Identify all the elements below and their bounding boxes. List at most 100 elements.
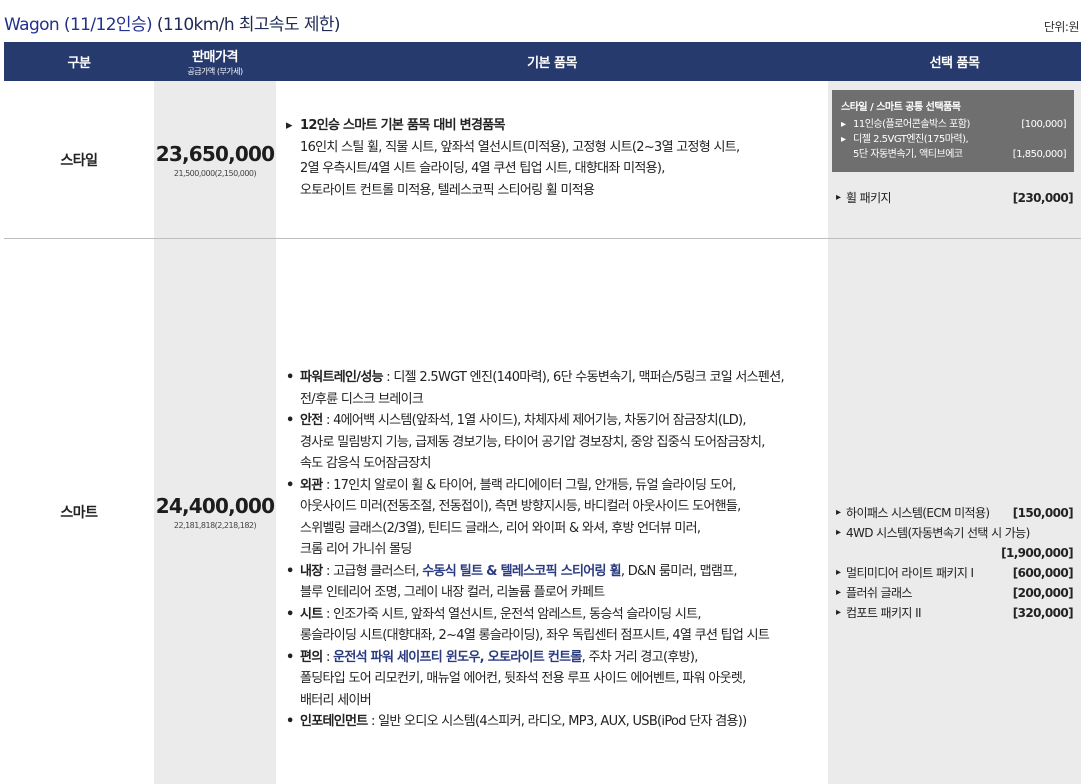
triangle-icon: ▸ [841, 134, 846, 145]
option-price: [100,000] [1021, 119, 1066, 130]
trim-name: 스마트 [60, 504, 98, 521]
option-price: [600,000] [1012, 566, 1074, 580]
option-price: [320,000] [1012, 606, 1074, 620]
item-head: 편의 [300, 649, 323, 665]
common-options-title: 스타일 / 스마트 공통 선택품목 [841, 102, 961, 113]
item-head: 안전 [300, 413, 323, 428]
option-item: ▸ 멀티미디어 라이트 패키지 I [600,000] [836, 563, 1074, 583]
price-value: 23,650,000 [155, 141, 275, 166]
item-cont: 블루 인테리어 조명, 그레이 내장 컬러, 리놀륨 플로어 카페트 [300, 585, 605, 600]
option-item: ▸ 컴포트 패키지 II [320,000] [836, 603, 1074, 623]
option-label: 멀티미디어 라이트 패키지 I [846, 566, 974, 580]
list-item: • 파워트레인/성능 : 디젤 2.5WGT 엔진(140마력), 6단 수동변… [286, 367, 785, 410]
item-cont: 폴딩타입 도어 리모컨키, 매뉴얼 에어컨, 뒷좌석 전용 루프 사이드 에어벤… [300, 671, 746, 686]
triangle-icon: ▸ [836, 192, 841, 203]
header-price-sub: 공급가액 (부가세) [187, 67, 243, 76]
option-label: 플러쉬 글래스 [846, 586, 912, 600]
list-item: • 편의 : 운전석 파워 세이프티 윈도우, 오토라이트 컨트롤, 주차 거리… [286, 647, 784, 712]
basic-items-cell: ▸ 12인승 스마트 기본 품목 대비 변경품목 16인치 스틸 휠, 직물 시… [276, 81, 828, 238]
item-cont: 스위벨링 글래스(2/3열), 틴티드 글래스, 리어 와이퍼 & 와셔, 후방… [300, 520, 701, 536]
unit-label: 단위:원 [1043, 20, 1080, 34]
header-basic-label: 기본 품목 [527, 56, 577, 71]
item-text: 고급형 클러스터, [333, 563, 423, 579]
table-row-style: 스타일 23,650,000 21,500,000(2,150,000) ▸ 1… [4, 81, 1081, 239]
item-head: 인포테인먼트 [300, 714, 368, 729]
list-item: • 시트 : 인조가죽 시트, 앞좌석 열선시트, 운전석 암레스트, 동승석 … [286, 604, 784, 647]
list-item: • 안전 : 4에어백 시스템(앞좌석, 1열 사이드), 차체자세 제어기능,… [286, 410, 784, 475]
price-value: 24,400,000 [155, 493, 275, 518]
basic-items-list: • 파워트레인/성능 : 디젤 2.5WGT 엔진(140마력), 6단 수동변… [286, 367, 785, 733]
basic-head-line: ▸ 12인승 스마트 기본 품목 대비 변경품목 [286, 115, 739, 137]
basic-line: 16인치 스틸 휠, 직물 시트, 앞좌석 열선시트(미적용), 고정형 시트(… [300, 139, 740, 155]
bullet-icon: • [286, 649, 294, 665]
page-title: Wagon (11/12인승) (110km/h 최고속도 제한) [4, 10, 341, 35]
option-item: ▸ 4WD 시스템(자동변속기 선택 시 가능) [836, 523, 1073, 543]
common-option-item: ▸ 11인승(플로어콘솔박스 포함) [100,000] [841, 117, 1066, 132]
common-option-item: ▸ 디젤 2.5VGT엔진(175마력), [841, 132, 1066, 147]
common-options-box: 스타일 / 스마트 공통 선택품목 ▸ 11인승(플로어콘솔박스 포함) [100… [832, 90, 1074, 172]
header-price-label: 판매가격 [192, 50, 238, 65]
item-sep: : [367, 714, 379, 729]
option-price: [150,000] [1012, 506, 1074, 520]
price-breakdown: 21,500,000(2,150,000) [173, 168, 257, 178]
option-price: [200,000] [1012, 586, 1074, 600]
triangle-icon: ▸ [836, 587, 841, 598]
item-sep: : [322, 477, 334, 493]
price-breakdown: 22,181,818(2,218,182) [173, 520, 257, 530]
item-text: , 주차 거리 경고(후방), [581, 649, 699, 665]
table-header: 구분 판매가격 공급가액 (부가세) 기본 품목 선택 품목 [4, 42, 1081, 81]
option-label: 4WD 시스템(자동변속기 선택 시 가능) [846, 526, 1030, 540]
item-cont: 크롬 리어 가니쉬 몰딩 [300, 542, 412, 557]
item-cont: 아웃사이드 미러(전동조절, 전동접이), 측면 방향지시등, 바디컬러 아웃사… [300, 499, 741, 514]
header-options: 선택 품목 [828, 42, 1081, 81]
item-head: 내장 [300, 563, 323, 579]
bullet-icon: • [286, 714, 294, 729]
common-option-item: 5단 자동변속기, 액티브에코 [1,850,000] [841, 147, 1067, 162]
item-text: , D&N 룸미러, 맵램프, [620, 563, 738, 579]
header-price: 판매가격 공급가액 (부가세) [154, 42, 276, 81]
triangle-icon: ▸ [836, 567, 841, 578]
item-text: 4에어백 시스템(앞좌석, 1열 사이드), 차체자세 제어기능, 차동기어 잠… [333, 413, 746, 428]
title-row: Wagon (11/12인승) (110km/h 최고속도 제한) 단위:원 [0, 0, 1085, 42]
list-item: • 내장 : 고급형 클러스터, 수동식 틸트 & 텔레스코픽 스티어링 휠, … [286, 561, 784, 604]
options-cell: ▸ 하이패스 시스템(ECM 미적용) [150,000] ▸ 4WD 시스템(자동… [828, 239, 1081, 784]
item-cont: 롱슬라이딩 시트(대향대좌, 2~4열 롱슬라이딩), 좌우 독립센터 점프시트… [300, 628, 770, 643]
option-label: 디젤 2.5VGT엔진(175마력), [853, 134, 969, 145]
option-label: 11인승(플로어콘솔박스 포함) [853, 119, 970, 130]
item-sep: : [322, 649, 334, 665]
title-main: Wagon (11/12인승) [4, 15, 153, 35]
trim-name: 스타일 [60, 152, 98, 169]
list-item: • 인포테인먼트 : 일반 오디오 시스템(4스피커, 라디오, MP3, AU… [286, 711, 784, 733]
triangle-icon: ▸ [286, 118, 293, 133]
header-options-label: 선택 품목 [929, 56, 980, 71]
basic-line: 2열 우측시트/4열 시트 슬라이딩, 4열 쿠션 팁업 시트, 대향대좌 미적… [300, 161, 665, 176]
item-sep: : [322, 606, 334, 622]
item-head: 시트 [300, 606, 323, 622]
item-text: 17인치 알로이 휠 & 타이어, 블랙 라디에이터 그릴, 안개등, 듀얼 슬… [333, 477, 736, 493]
bullet-icon: • [286, 477, 294, 493]
item-sep: : [382, 370, 394, 385]
option-label: 5단 자동변속기, 액티브에코 [853, 149, 963, 160]
triangle-icon: ▸ [836, 607, 841, 618]
title-sub: (110km/h 최고속도 제한) [156, 15, 341, 35]
header-category-label: 구분 [67, 56, 91, 71]
price-cell: 23,650,000 21,500,000(2,150,000) [154, 81, 276, 238]
bullet-icon: • [286, 606, 294, 622]
option-label: 컴포트 패키지 II [846, 606, 922, 620]
triangle-icon: ▸ [836, 527, 841, 538]
item-text: 일반 오디오 시스템(4스피커, 라디오, MP3, AUX, USB(iPod… [378, 714, 747, 729]
option-marker [841, 147, 853, 162]
option-price-continued: [1,900,000] [1001, 546, 1074, 560]
item-text: 디젤 2.5WGT 엔진(140마력), 6단 수동변속기, 맥퍼슨/5링크 코… [393, 370, 784, 385]
option-item: ▸ 플러쉬 글래스 [200,000] [836, 583, 1074, 603]
price-cell: 24,400,000 22,181,818(2,218,182) [154, 239, 276, 784]
item-text: 인조가죽 시트, 앞좌석 열선시트, 운전석 암레스트, 동승석 슬라이딩 시트… [333, 606, 701, 622]
bullet-icon: • [286, 370, 294, 385]
item-highlight: 운전석 파워 세이프티 윈도우, 오토라이트 컨트롤 [333, 649, 582, 665]
basic-line: 오토라이트 컨트롤 미적용, 텔레스코픽 스티어링 휠 미적용 [300, 182, 595, 198]
item-cont: 속도 감응식 도어잠금장치 [300, 456, 431, 471]
header-basic: 기본 품목 [276, 42, 828, 81]
item-sep: : [322, 563, 334, 579]
basic-items-cell: • 파워트레인/성능 : 디젤 2.5WGT 엔진(140마력), 6단 수동변… [276, 239, 828, 784]
item-cont: 경사로 밀림방지 기능, 급제동 경보기능, 타이어 공기압 경보장치, 중앙 … [300, 434, 765, 450]
